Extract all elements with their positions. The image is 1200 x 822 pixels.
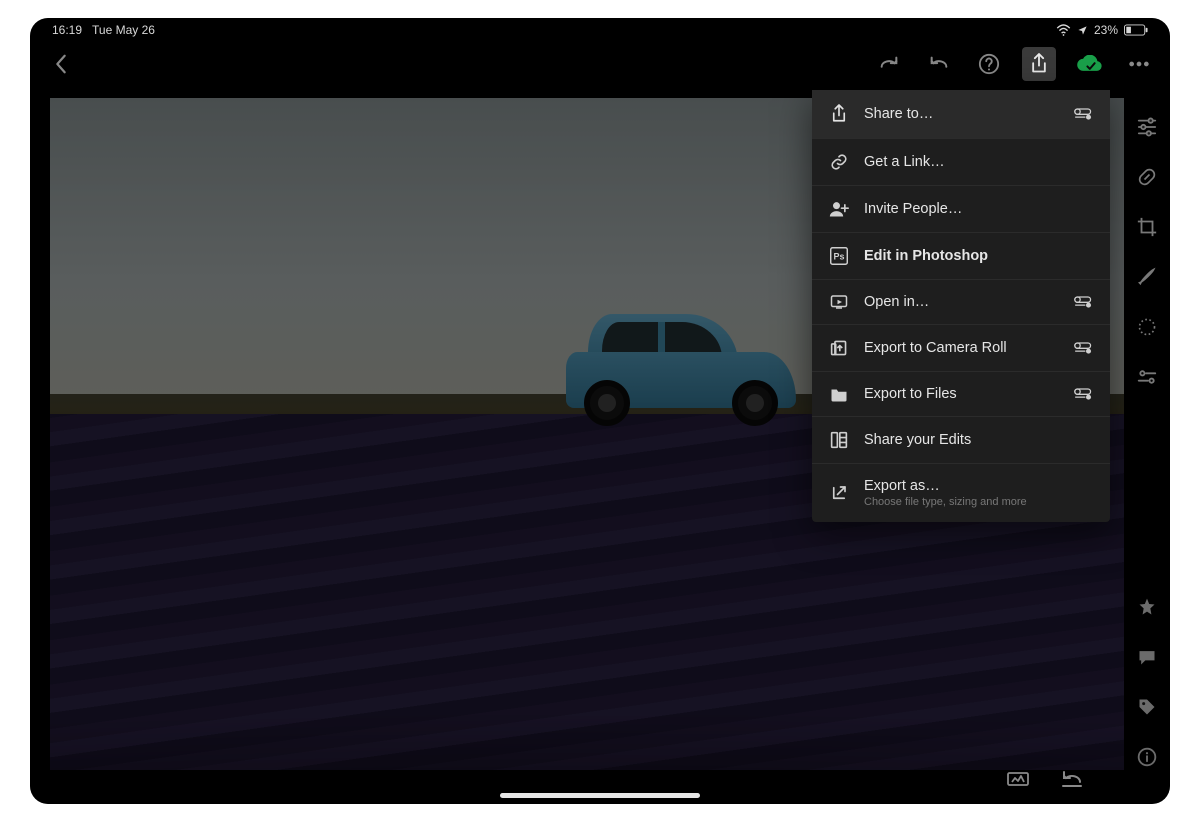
menu-label: Edit in Photoshop	[864, 248, 1094, 264]
right-tool-rail	[1124, 88, 1170, 804]
rate-star-icon[interactable]	[1134, 594, 1160, 620]
ios-home-indicator[interactable]	[500, 793, 700, 798]
undo-button[interactable]	[922, 47, 956, 81]
adjust-sliders-icon[interactable]	[1134, 114, 1160, 140]
menu-export-files[interactable]: Export to Files	[812, 371, 1110, 416]
menu-label: Open in…	[864, 294, 1058, 310]
tag-icon[interactable]	[1134, 694, 1160, 720]
cloud-sync-icon[interactable]	[1072, 47, 1106, 81]
help-button[interactable]	[972, 47, 1006, 81]
menu-export-as[interactable]: Export as… Choose file type, sizing and …	[812, 463, 1110, 522]
menu-get-link[interactable]: Get a Link…	[812, 138, 1110, 185]
menu-open-in[interactable]: Open in…	[812, 279, 1110, 324]
radial-icon[interactable]	[1134, 314, 1160, 340]
comment-icon[interactable]	[1134, 644, 1160, 670]
status-time: 16:19	[52, 23, 82, 37]
link-icon	[828, 153, 850, 171]
share-button[interactable]	[1022, 47, 1056, 81]
bottom-bar	[30, 762, 1124, 796]
open-in-icon	[828, 294, 850, 310]
options-toggle-icon[interactable]	[1072, 387, 1094, 401]
healing-icon[interactable]	[1134, 164, 1160, 190]
menu-share-edits[interactable]: Share your Edits	[812, 416, 1110, 463]
export-icon	[828, 484, 850, 502]
options-toggle-icon[interactable]	[1072, 107, 1094, 121]
crop-icon[interactable]	[1134, 214, 1160, 240]
more-button[interactable]	[1122, 47, 1156, 81]
options-toggle-icon[interactable]	[1072, 295, 1094, 309]
back-button[interactable]	[44, 47, 78, 81]
menu-label: Share your Edits	[864, 432, 1094, 448]
menu-label: Export to Files	[864, 386, 1058, 402]
location-icon	[1077, 25, 1088, 36]
redo-button[interactable]	[872, 47, 906, 81]
brush-icon[interactable]	[1134, 264, 1160, 290]
app-toolbar	[30, 42, 1170, 86]
ios-status-bar: 16:19 Tue May 26 23%	[30, 18, 1170, 42]
camera-roll-icon	[828, 339, 850, 357]
status-battery-label: 23%	[1094, 23, 1118, 37]
svg-text:Ps: Ps	[833, 252, 844, 262]
menu-export-camera-roll[interactable]: Export to Camera Roll	[812, 324, 1110, 371]
presets-icon[interactable]	[1134, 364, 1160, 390]
menu-label: Share to…	[864, 106, 1058, 122]
status-date: Tue May 26	[92, 23, 155, 37]
menu-label: Invite People…	[864, 201, 1094, 217]
folder-icon	[828, 386, 850, 402]
menu-invite-people[interactable]: Invite People…	[812, 185, 1110, 232]
info-icon[interactable]	[1134, 744, 1160, 770]
wifi-icon	[1056, 24, 1071, 36]
invite-icon	[828, 200, 850, 218]
share-edits-icon	[828, 431, 850, 449]
battery-icon	[1124, 24, 1148, 36]
reset-icon[interactable]	[1060, 770, 1084, 788]
menu-label: Export as… Choose file type, sizing and …	[864, 478, 1094, 508]
options-toggle-icon[interactable]	[1072, 341, 1094, 355]
export-as-label: Export as…	[864, 478, 940, 494]
menu-label: Get a Link…	[864, 154, 1094, 170]
export-as-sublabel: Choose file type, sizing and more	[864, 496, 1094, 508]
menu-label: Export to Camera Roll	[864, 340, 1058, 356]
share-icon	[828, 104, 850, 124]
menu-share-to[interactable]: Share to…	[812, 90, 1110, 138]
app-frame: 16:19 Tue May 26 23%	[30, 18, 1170, 804]
menu-edit-photoshop[interactable]: Ps Edit in Photoshop	[812, 232, 1110, 279]
photoshop-icon: Ps	[828, 247, 850, 265]
share-menu: Share to… Get a Link… Invite People… Ps …	[812, 90, 1110, 522]
filmstrip-icon[interactable]	[1006, 770, 1030, 788]
